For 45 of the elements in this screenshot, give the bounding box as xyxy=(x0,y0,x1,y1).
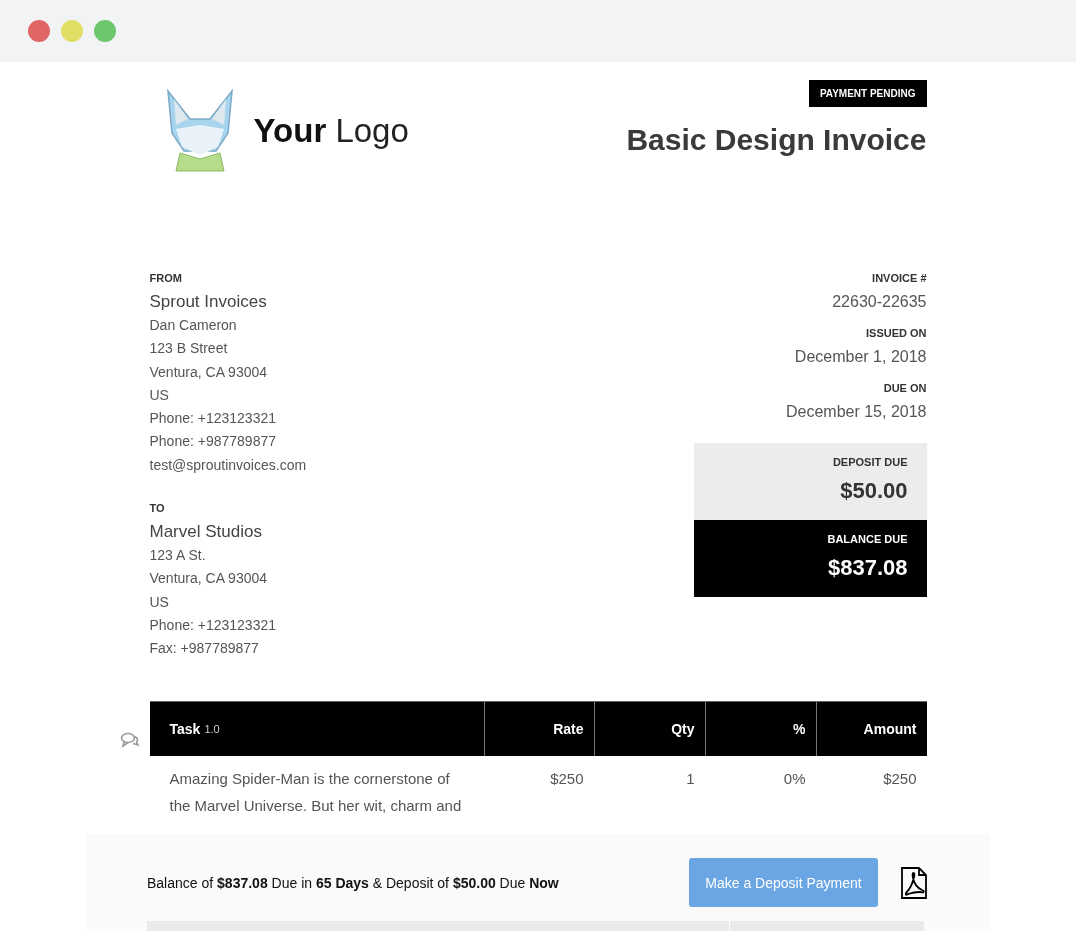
address-line: Phone: +123123321 xyxy=(149,615,277,635)
total-amount: $50.00 xyxy=(840,478,908,504)
company-name: Marvel Studios xyxy=(149,522,263,543)
company-name: Sprout Invoices xyxy=(149,292,268,312)
payment-summary: Balance of $837.08 Due in 65 Days & Deposit of $50.00 Due Now xyxy=(147,874,559,891)
comments-icon[interactable] xyxy=(119,731,140,748)
status-badge: PAYMENT PENDING xyxy=(808,80,927,107)
address-line: 123 B Street xyxy=(149,339,229,359)
pdf-icon[interactable] xyxy=(900,866,928,899)
task-description: Amazing Spider-Man is the cornerstone of the Marvel Universe. But her wit, charm and xyxy=(168,768,463,816)
column-header: Rate xyxy=(483,701,594,756)
table-cell-text: 0% xyxy=(782,768,807,789)
address-line: Phone: +987789877 xyxy=(149,432,277,452)
address-line: US xyxy=(149,385,170,405)
column-header: % xyxy=(704,701,816,756)
invoice-title: Basic Design Invoice xyxy=(626,123,927,157)
section-label: TO xyxy=(149,502,166,515)
meta-value: December 1, 2018 xyxy=(794,348,927,366)
address-line: Phone: +123123321 xyxy=(149,409,277,429)
meta-label: INVOICE # xyxy=(872,272,927,284)
address-line: Ventura, CA 93004 xyxy=(149,569,269,589)
table-cell-text: $250 xyxy=(549,768,585,789)
column-header: Qty xyxy=(593,701,705,756)
address-line: test@sproutinvoices.com xyxy=(149,455,307,475)
address-line: Fax: +987789877 xyxy=(149,639,260,659)
address-line: 123 A St. xyxy=(149,546,207,566)
address-line: Ventura, CA 93004 xyxy=(149,362,269,382)
column-header: Task 1.0 xyxy=(168,719,221,739)
address-line: Dan Cameron xyxy=(149,316,238,335)
total-label: DEPOSIT DUE xyxy=(832,456,908,468)
table-cell-text: $250 xyxy=(882,768,918,789)
window-control[interactable] xyxy=(28,20,50,42)
address-line: US xyxy=(149,592,170,612)
meta-label: DUE ON xyxy=(883,382,927,394)
meta-label: ISSUED ON xyxy=(866,327,927,339)
column-header: Amount xyxy=(815,701,927,756)
meta-value: 22630-22635 xyxy=(832,293,927,311)
section-label: FROM xyxy=(149,272,183,284)
table-cell-text: 1 xyxy=(685,768,696,789)
logo-text: Your Logo xyxy=(253,112,409,150)
total-amount: $837.08 xyxy=(827,555,908,581)
window-control[interactable] xyxy=(94,20,116,42)
meta-value: December 15, 2018 xyxy=(785,403,927,421)
total-label: BALANCE DUE xyxy=(827,533,908,545)
deposit-payment-button[interactable]: Make a Deposit Payment xyxy=(689,858,878,907)
